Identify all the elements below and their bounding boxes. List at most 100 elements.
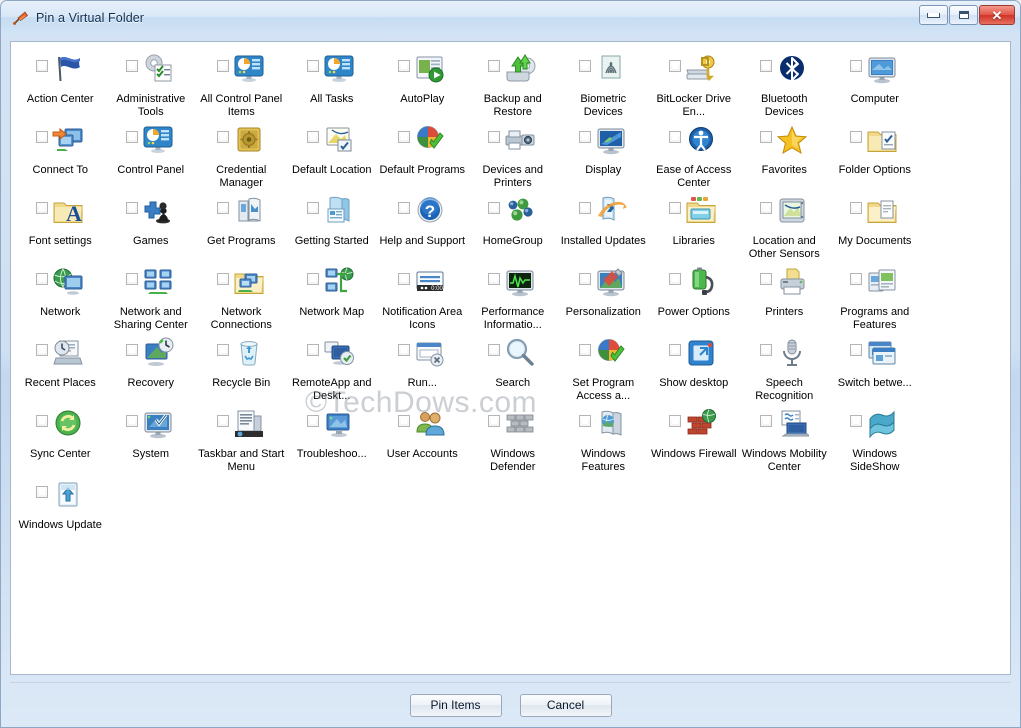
minimize-button[interactable] xyxy=(919,5,948,25)
item-checkbox[interactable] xyxy=(307,202,319,214)
grid-item[interactable]: BitLocker Drive En... xyxy=(649,48,740,119)
grid-item[interactable]: Biometric Devices xyxy=(558,48,649,119)
item-checkbox[interactable] xyxy=(850,202,862,214)
grid-item[interactable]: Folder Options xyxy=(830,119,921,190)
grid-item[interactable]: Network Map xyxy=(287,261,378,332)
item-checkbox[interactable] xyxy=(850,415,862,427)
grid-item[interactable]: Ease of Access Center xyxy=(649,119,740,190)
item-checkbox[interactable] xyxy=(579,273,591,285)
item-checkbox[interactable] xyxy=(217,60,229,72)
item-checkbox[interactable] xyxy=(36,273,48,285)
item-checkbox[interactable] xyxy=(36,344,48,356)
item-checkbox[interactable] xyxy=(217,131,229,143)
cancel-button[interactable]: Cancel xyxy=(520,694,612,717)
item-checkbox[interactable] xyxy=(36,415,48,427)
grid-item[interactable]: Network and Sharing Center xyxy=(106,261,197,332)
item-checkbox[interactable] xyxy=(488,202,500,214)
close-button[interactable]: ✕ xyxy=(979,5,1015,25)
item-checkbox[interactable] xyxy=(850,131,862,143)
grid-item[interactable]: AutoPlay xyxy=(377,48,468,119)
item-checkbox[interactable] xyxy=(488,131,500,143)
item-checkbox[interactable] xyxy=(760,415,772,427)
grid-item[interactable]: Default Programs xyxy=(377,119,468,190)
item-checkbox[interactable] xyxy=(126,273,138,285)
item-checkbox[interactable] xyxy=(579,60,591,72)
item-checkbox[interactable] xyxy=(307,344,319,356)
item-checkbox[interactable] xyxy=(398,60,410,72)
grid-item[interactable]: Recovery xyxy=(106,332,197,403)
item-checkbox[interactable] xyxy=(36,202,48,214)
item-checkbox[interactable] xyxy=(307,60,319,72)
grid-item[interactable]: Sync Center xyxy=(15,403,106,474)
grid-item[interactable]: RemoteApp and Deskt... xyxy=(287,332,378,403)
grid-item[interactable]: Recycle Bin xyxy=(196,332,287,403)
item-checkbox[interactable] xyxy=(126,202,138,214)
grid-item[interactable]: ?Help and Support xyxy=(377,190,468,261)
item-checkbox[interactable] xyxy=(760,202,772,214)
grid-item[interactable]: Windows Update xyxy=(15,474,106,532)
item-checkbox[interactable] xyxy=(398,415,410,427)
grid-item[interactable]: Performance Informatio... xyxy=(468,261,559,332)
item-checkbox[interactable] xyxy=(669,202,681,214)
item-checkbox[interactable] xyxy=(579,202,591,214)
item-checkbox[interactable] xyxy=(760,273,772,285)
grid-item[interactable]: Show desktop xyxy=(649,332,740,403)
grid-item[interactable]: Action Center xyxy=(15,48,106,119)
item-checkbox[interactable] xyxy=(398,131,410,143)
grid-item[interactable]: Windows Firewall xyxy=(649,403,740,474)
item-checkbox[interactable] xyxy=(669,131,681,143)
item-checkbox[interactable] xyxy=(307,415,319,427)
item-checkbox[interactable] xyxy=(488,273,500,285)
grid-item[interactable]: HomeGroup xyxy=(468,190,559,261)
item-checkbox[interactable] xyxy=(760,60,772,72)
item-checkbox[interactable] xyxy=(217,415,229,427)
grid-item[interactable]: Set Program Access a... xyxy=(558,332,649,403)
grid-item[interactable]: Credential Manager xyxy=(196,119,287,190)
grid-item[interactable]: My Documents xyxy=(830,190,921,261)
grid-item[interactable]: Games xyxy=(106,190,197,261)
item-list-pane[interactable]: Action Center Administrative Tools All C… xyxy=(10,41,1011,675)
pin-items-button[interactable]: Pin Items xyxy=(410,694,502,717)
item-checkbox[interactable] xyxy=(488,344,500,356)
item-checkbox[interactable] xyxy=(126,131,138,143)
grid-item[interactable]: Getting Started xyxy=(287,190,378,261)
grid-item[interactable]: Network Connections xyxy=(196,261,287,332)
item-checkbox[interactable] xyxy=(126,60,138,72)
grid-item[interactable]: All Control Panel Items xyxy=(196,48,287,119)
item-checkbox[interactable] xyxy=(217,273,229,285)
grid-item[interactable]: Printers xyxy=(739,261,830,332)
grid-item[interactable]: Recent Places xyxy=(15,332,106,403)
item-checkbox[interactable] xyxy=(579,344,591,356)
item-checkbox[interactable] xyxy=(669,415,681,427)
grid-item[interactable]: Default Location xyxy=(287,119,378,190)
item-checkbox[interactable] xyxy=(307,131,319,143)
item-checkbox[interactable] xyxy=(398,344,410,356)
item-checkbox[interactable] xyxy=(307,273,319,285)
item-checkbox[interactable] xyxy=(488,415,500,427)
item-checkbox[interactable] xyxy=(669,273,681,285)
grid-item[interactable]: Favorites xyxy=(739,119,830,190)
grid-item[interactable]: Power Options xyxy=(649,261,740,332)
grid-item[interactable]: All Tasks xyxy=(287,48,378,119)
grid-item[interactable]: System xyxy=(106,403,197,474)
item-checkbox[interactable] xyxy=(488,60,500,72)
maximize-button[interactable] xyxy=(949,5,978,25)
grid-item[interactable]: Personalization xyxy=(558,261,649,332)
item-checkbox[interactable] xyxy=(398,202,410,214)
item-checkbox[interactable] xyxy=(669,60,681,72)
item-checkbox[interactable] xyxy=(669,344,681,356)
grid-item[interactable]: Libraries xyxy=(649,190,740,261)
item-checkbox[interactable] xyxy=(126,415,138,427)
grid-item[interactable]: Control Panel xyxy=(106,119,197,190)
grid-item[interactable]: Windows Defender xyxy=(468,403,559,474)
grid-item[interactable]: Speech Recognition xyxy=(739,332,830,403)
grid-item[interactable]: User Accounts xyxy=(377,403,468,474)
grid-item[interactable]: Backup and Restore xyxy=(468,48,559,119)
item-checkbox[interactable] xyxy=(850,60,862,72)
grid-item[interactable]: Location and Other Sensors xyxy=(739,190,830,261)
grid-item[interactable]: Bluetooth Devices xyxy=(739,48,830,119)
item-checkbox[interactable] xyxy=(217,202,229,214)
item-checkbox[interactable] xyxy=(217,344,229,356)
grid-item[interactable]: Get Programs xyxy=(196,190,287,261)
grid-item[interactable]: Programs and Features xyxy=(830,261,921,332)
